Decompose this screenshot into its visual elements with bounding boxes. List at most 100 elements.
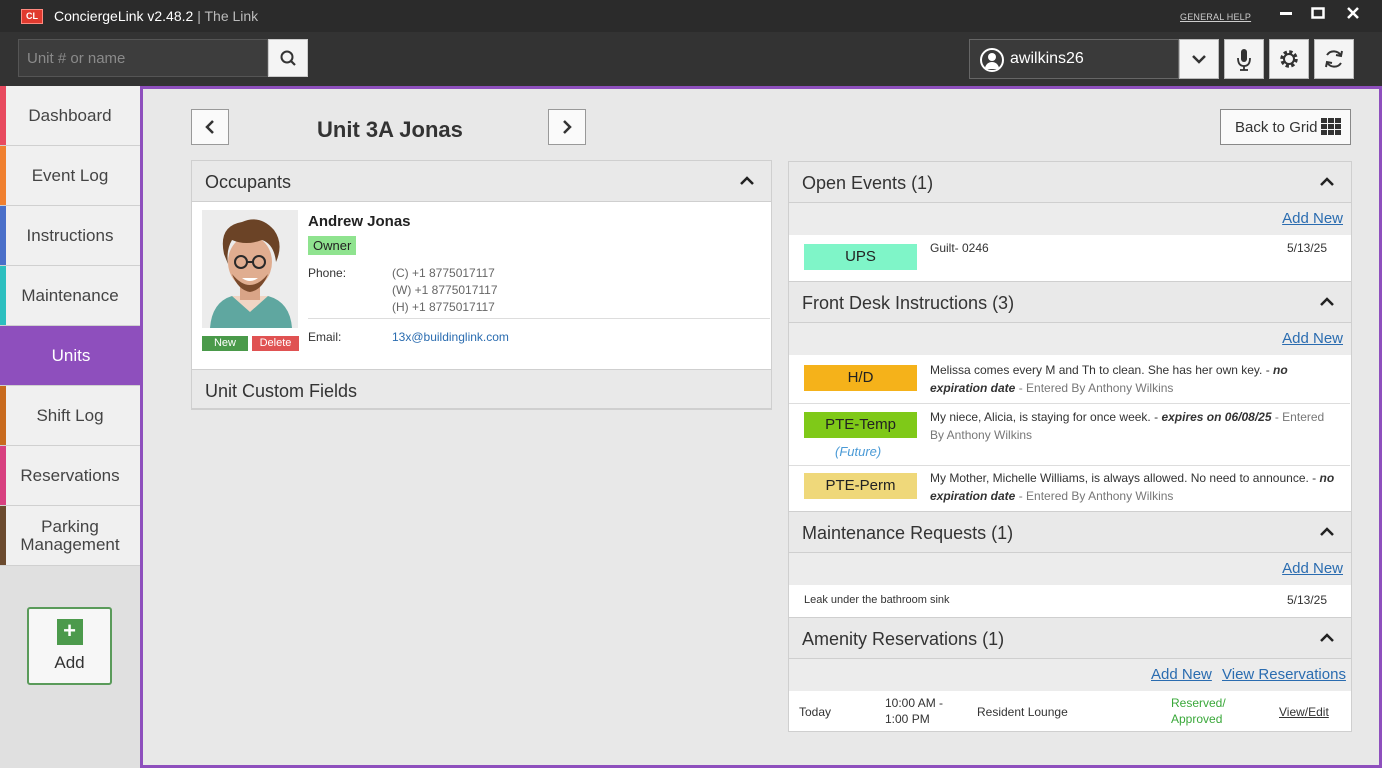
sidebar-item-parking-management[interactable]: Parking Management xyxy=(0,506,140,566)
chevron-down-icon xyxy=(1192,55,1206,64)
sidebar-item-label: Shift Log xyxy=(36,405,104,425)
phone-label: Phone: xyxy=(308,266,347,280)
sidebar-item-instructions[interactable]: Instructions xyxy=(0,206,140,266)
occupants-header[interactable]: Occupants xyxy=(191,160,772,202)
previous-unit-button[interactable] xyxy=(191,109,229,145)
sidebar-item-event-log[interactable]: Event Log xyxy=(0,146,140,206)
sidebar-stripe xyxy=(0,446,6,505)
sidebar-item-units[interactable]: Units xyxy=(0,326,156,386)
sidebar-item-shift-log[interactable]: Shift Log xyxy=(0,386,140,446)
sidebar-item-dashboard[interactable]: Dashboard xyxy=(0,86,140,146)
sidebar-stripe xyxy=(0,146,6,205)
event-tag-ups[interactable]: UPS xyxy=(804,244,917,270)
settings-button[interactable] xyxy=(1269,39,1309,79)
unit-search-input[interactable] xyxy=(18,39,268,77)
instruction-tag-hd[interactable]: H/D xyxy=(804,365,917,391)
plus-icon: + xyxy=(56,619,83,645)
add-new-strip: Add New xyxy=(789,203,1351,235)
amenity-reservations-header[interactable]: Amenity Reservations (1) xyxy=(788,617,1352,659)
event-date: 5/13/25 xyxy=(1286,241,1327,255)
front-desk-instructions-header[interactable]: Front Desk Instructions (3) xyxy=(788,281,1352,323)
maintenance-item-date: 5/13/25 xyxy=(1286,593,1327,607)
username: awilkins26 xyxy=(1010,50,1084,67)
app-logo: CL xyxy=(21,9,43,24)
sidebar-item-label: Parking Management xyxy=(20,516,120,554)
maintenance-body: Add New Leak under the bathroom sink 5/1… xyxy=(788,553,1352,617)
occupant-role-badge: Owner xyxy=(308,236,357,255)
maintenance-item-text[interactable]: Leak under the bathroom sink xyxy=(804,594,950,606)
sidebar-item-label: Units xyxy=(51,345,91,365)
open-events-add-new-link[interactable]: Add New xyxy=(1282,210,1343,227)
add-button[interactable]: + Add xyxy=(27,607,112,685)
sidebar-item-label: Event Log xyxy=(31,165,109,185)
email-link[interactable]: 13x@buildinglink.com xyxy=(392,330,509,344)
sidebar-item-label: Maintenance xyxy=(21,285,119,305)
delete-occupant-button[interactable]: Delete xyxy=(252,336,299,351)
reservation-day: Today xyxy=(799,705,832,719)
divider xyxy=(308,318,770,319)
chevron-left-icon xyxy=(205,120,214,134)
microphone-icon xyxy=(1237,49,1251,71)
sidebar-item-label: Reservations xyxy=(20,465,120,485)
chevron-up-icon[interactable] xyxy=(1317,628,1337,648)
add-new-strip: Add New xyxy=(789,323,1351,355)
search-button[interactable] xyxy=(268,39,308,77)
email-label: Email: xyxy=(308,330,342,344)
front-desk-add-new-link[interactable]: Add New xyxy=(1282,330,1343,347)
maintenance-title: Maintenance Requests (1) xyxy=(802,523,1014,543)
add-label: Add xyxy=(54,653,85,672)
back-to-grid-button[interactable]: Back to Grid xyxy=(1220,109,1351,145)
view-edit-link[interactable]: View/Edit xyxy=(1279,705,1329,719)
chevron-up-icon[interactable] xyxy=(1317,172,1337,192)
instruction-text: Melissa comes every M and Th to clean. S… xyxy=(930,363,1288,395)
user-selector[interactable]: awilkins26 xyxy=(969,39,1179,79)
sidebar-item-label: Instructions xyxy=(26,225,114,245)
reservation-time-start: 10:00 AM - xyxy=(885,696,944,710)
refresh-icon xyxy=(1325,50,1343,68)
sidebar-stripe xyxy=(0,506,6,565)
instruction-tag-pte-temp[interactable]: PTE-Temp xyxy=(804,412,917,438)
event-text: Guilt- 0246 xyxy=(930,241,989,255)
maintenance-add-new-link[interactable]: Add New xyxy=(1282,560,1343,577)
general-help-link[interactable]: GENERAL HELP xyxy=(1180,12,1251,22)
user-avatar-icon xyxy=(980,48,1004,72)
sidebar-item-label: Dashboard xyxy=(28,105,112,125)
refresh-button[interactable] xyxy=(1314,39,1354,79)
maximize-icon[interactable] xyxy=(1308,6,1328,26)
unit-detail-panel: Unit 3A Jonas Back to Grid Occupants New… xyxy=(140,86,1382,768)
new-occupant-button[interactable]: New xyxy=(202,336,248,351)
occupant-card: New Delete Andrew Jonas Owner Phone: (C)… xyxy=(191,202,772,370)
sidebar-stripe xyxy=(0,206,6,265)
user-dropdown-button[interactable] xyxy=(1179,39,1219,79)
custom-fields-title: Unit Custom Fields xyxy=(205,381,358,401)
amenity-add-new-link[interactable]: Add New xyxy=(1151,666,1212,683)
minimize-icon[interactable] xyxy=(1276,6,1296,26)
title-bar: CL ConciergeLink v2.48.2 | The Link GENE… xyxy=(0,0,1382,32)
phone-cell: (C) +1 8775017117 xyxy=(392,266,495,280)
gear-icon xyxy=(1280,50,1298,68)
amenity-body: Add New View Reservations Today 10:00 AM… xyxy=(788,659,1352,732)
grid-icon xyxy=(1321,118,1341,136)
add-new-strip: Add New xyxy=(789,553,1351,585)
open-events-header[interactable]: Open Events (1) xyxy=(788,161,1352,203)
divider xyxy=(789,403,1350,404)
app-title: ConciergeLink v2.48.2 | The Link xyxy=(54,8,259,24)
sidebar-stripe xyxy=(0,266,6,325)
chevron-up-icon[interactable] xyxy=(737,171,757,191)
phone-home: (H) +1 8775017117 xyxy=(392,300,495,314)
instruction-tag-pte-perm[interactable]: PTE-Perm xyxy=(804,473,917,499)
unit-custom-fields-header[interactable]: Unit Custom Fields xyxy=(191,369,772,410)
microphone-button[interactable] xyxy=(1224,39,1264,79)
close-icon[interactable] xyxy=(1343,6,1363,26)
chevron-up-icon[interactable] xyxy=(1317,292,1337,312)
search-icon xyxy=(280,50,296,66)
chevron-up-icon[interactable] xyxy=(1317,522,1337,542)
sidebar-item-reservations[interactable]: Reservations xyxy=(0,446,140,506)
next-unit-button[interactable] xyxy=(548,109,586,145)
open-events-title: Open Events (1) xyxy=(802,173,934,193)
view-reservations-link[interactable]: View Reservations xyxy=(1222,666,1346,683)
front-desk-body: Add New H/D Melissa comes every M and Th… xyxy=(788,323,1352,511)
maintenance-requests-header[interactable]: Maintenance Requests (1) xyxy=(788,511,1352,553)
sidebar-item-maintenance[interactable]: Maintenance xyxy=(0,266,140,326)
divider xyxy=(789,465,1350,466)
